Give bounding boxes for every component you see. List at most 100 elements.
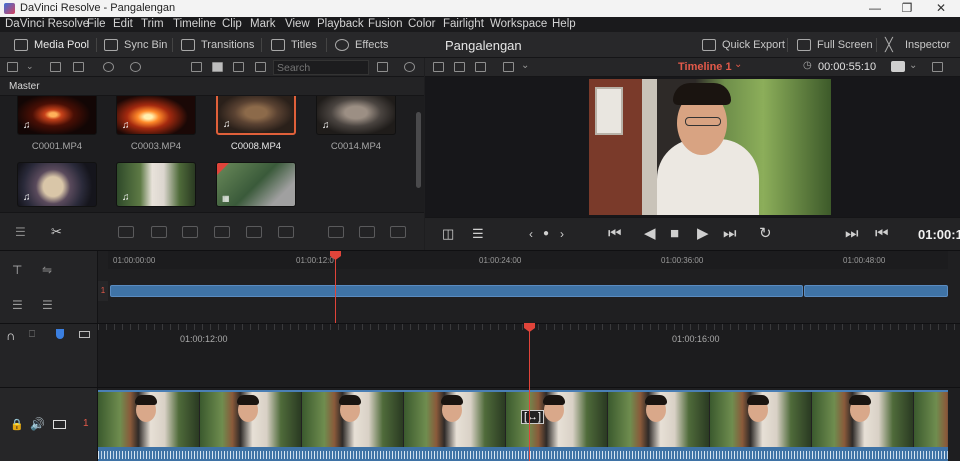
import-media-icon[interactable] xyxy=(50,62,61,72)
media-pool-scrollbar[interactable] xyxy=(416,112,421,188)
titles-button[interactable]: Titles xyxy=(271,37,317,53)
zoom-range-icon[interactable]: ⇋ xyxy=(42,263,52,277)
track-height-icon[interactable]: ⊤ xyxy=(12,263,22,277)
previous-edit-icon[interactable]: ⏮ xyxy=(875,226,889,242)
close-up-icon[interactable] xyxy=(359,226,375,238)
clip-thumbnail[interactable]: ♫ xyxy=(17,96,97,135)
inspector-button[interactable]: ╳ Inspector xyxy=(885,37,950,53)
timeline-clip[interactable] xyxy=(804,285,948,297)
split-screen-icon[interactable] xyxy=(454,62,465,72)
sync-bin-button[interactable]: Sync Bin xyxy=(104,37,167,53)
image-wipe-icon[interactable] xyxy=(433,62,444,72)
play-icon[interactable]: ▶ xyxy=(697,226,709,242)
timeline-clip[interactable] xyxy=(110,285,803,297)
next-edit-icon[interactable]: ⏭ xyxy=(845,226,859,242)
speaker-icon[interactable]: 🔊 xyxy=(30,417,45,431)
snapping-icon[interactable]: ∩ xyxy=(6,328,15,343)
thumbnail-view-icon[interactable] xyxy=(212,62,223,72)
chevron-down-icon[interactable]: ⌄ xyxy=(734,59,742,70)
media-search-input[interactable] xyxy=(273,60,369,75)
full-screen-button[interactable]: Full Screen xyxy=(797,37,873,53)
bin-name[interactable]: Master xyxy=(9,81,40,92)
ripple-overwrite-icon[interactable] xyxy=(328,226,344,238)
viewer-size-icon[interactable] xyxy=(503,62,514,72)
quick-export-button[interactable]: Quick Export xyxy=(702,37,785,53)
play-reverse-icon[interactable]: ◀ xyxy=(644,226,656,242)
playback-mode-icon[interactable]: ◫ xyxy=(442,226,454,242)
chevron-down-icon[interactable]: ⌄ xyxy=(26,61,34,72)
linked-selection-icon[interactable]: ⎕ xyxy=(29,329,35,340)
go-to-start-icon[interactable]: ⏮ xyxy=(608,226,622,242)
transitions-button[interactable]: Transitions xyxy=(181,37,254,53)
track-monitor-icon[interactable] xyxy=(53,420,66,429)
menu-edit[interactable]: Edit xyxy=(113,17,133,31)
clip-thumbnail[interactable]: ♫ xyxy=(17,162,97,207)
detail-playhead[interactable] xyxy=(529,330,530,461)
timeline-thumbnail[interactable]: ▦ xyxy=(216,162,296,207)
audio-settings-icon[interactable]: ☰ xyxy=(472,226,484,242)
clip-thumbnail-selected[interactable]: ♫ xyxy=(216,96,296,135)
viewer-options-icon[interactable] xyxy=(932,62,943,72)
menu-playback[interactable]: Playback xyxy=(317,17,364,31)
clip-thumbnail[interactable]: ♫ xyxy=(116,96,196,135)
scissors-icon[interactable]: ✂ xyxy=(51,224,62,240)
unlink-icon[interactable] xyxy=(130,62,141,72)
relink-icon[interactable] xyxy=(103,62,114,72)
menu-help[interactable]: Help xyxy=(552,17,576,31)
detail-timeline-ruler[interactable]: ∩ ⎕ 01:00:12:00 01:00:16:00 xyxy=(0,323,960,388)
effects-button[interactable]: Effects xyxy=(335,37,388,53)
grid-view-icon[interactable] xyxy=(475,62,486,72)
menu-color[interactable]: Color xyxy=(408,17,435,31)
sort-icon[interactable] xyxy=(377,62,388,72)
media-pool-button[interactable]: Media Pool xyxy=(14,37,89,53)
source-overwrite-icon[interactable] xyxy=(390,226,406,238)
menu-fusion[interactable]: Fusion xyxy=(368,17,403,31)
track-options-icon[interactable]: ☰ xyxy=(12,298,23,312)
marker-icon[interactable] xyxy=(79,331,90,338)
bin-list-toggle-icon[interactable] xyxy=(7,62,18,72)
new-bin-icon[interactable] xyxy=(73,62,84,72)
replace-clip-icon[interactable] xyxy=(182,226,198,238)
timeline-viewer[interactable] xyxy=(425,77,960,217)
clip-thumbnail[interactable]: ♫ xyxy=(116,162,196,207)
menu-mark[interactable]: Mark xyxy=(250,17,276,31)
audio-level-icon[interactable]: ☰ xyxy=(15,225,26,239)
clip-thumbnail[interactable]: ♫ xyxy=(316,96,396,135)
playhead-dot-icon[interactable]: ● xyxy=(543,226,549,242)
menu-fairlight[interactable]: Fairlight xyxy=(443,17,484,31)
camera-icon[interactable] xyxy=(891,61,905,72)
close-button[interactable]: ✕ xyxy=(924,0,958,17)
refresh-icon[interactable] xyxy=(404,62,415,72)
upper-playhead[interactable] xyxy=(335,259,336,324)
metadata-view-icon[interactable] xyxy=(191,62,202,72)
upper-ruler[interactable] xyxy=(108,251,948,269)
append-end-icon[interactable] xyxy=(278,226,294,238)
audio-waveform[interactable] xyxy=(98,447,948,461)
menu-timeline[interactable]: Timeline xyxy=(173,17,216,31)
filmstrip-view-icon[interactable] xyxy=(233,62,244,72)
lock-icon[interactable]: 🔒 xyxy=(10,418,24,431)
audio-tracks-icon[interactable]: ☰ xyxy=(42,298,53,312)
go-to-end-icon[interactable]: ⏭ xyxy=(723,226,737,242)
menu-davinci-resolve[interactable]: DaVinci Resolve xyxy=(5,17,89,31)
previous-frame-chevron-icon[interactable]: ‹ xyxy=(529,226,533,242)
menu-file[interactable]: File xyxy=(87,17,106,31)
maximize-button[interactable]: ❐ xyxy=(890,0,924,17)
menu-trim[interactable]: Trim xyxy=(141,17,164,31)
place-on-top-icon[interactable] xyxy=(246,226,262,238)
chevron-down-icon[interactable]: ⌄ xyxy=(521,60,529,71)
minimize-button[interactable]: — xyxy=(858,0,892,17)
chevron-down-icon[interactable]: ⌄ xyxy=(909,60,917,71)
fit-to-fill-icon[interactable] xyxy=(214,226,230,238)
list-view-icon[interactable] xyxy=(255,62,266,72)
stop-icon[interactable]: ■ xyxy=(670,226,679,242)
menu-view[interactable]: View xyxy=(285,17,310,31)
menu-workspace[interactable]: Workspace xyxy=(490,17,547,31)
timeline-selector[interactable]: Timeline 1 xyxy=(678,61,732,73)
loop-icon[interactable]: ↻ xyxy=(759,226,772,242)
flag-icon[interactable] xyxy=(56,329,64,339)
overwrite-clip-icon[interactable] xyxy=(151,226,167,238)
menu-clip[interactable]: Clip xyxy=(222,17,242,31)
next-frame-chevron-icon[interactable]: › xyxy=(560,226,564,242)
insert-clip-icon[interactable] xyxy=(118,226,134,238)
